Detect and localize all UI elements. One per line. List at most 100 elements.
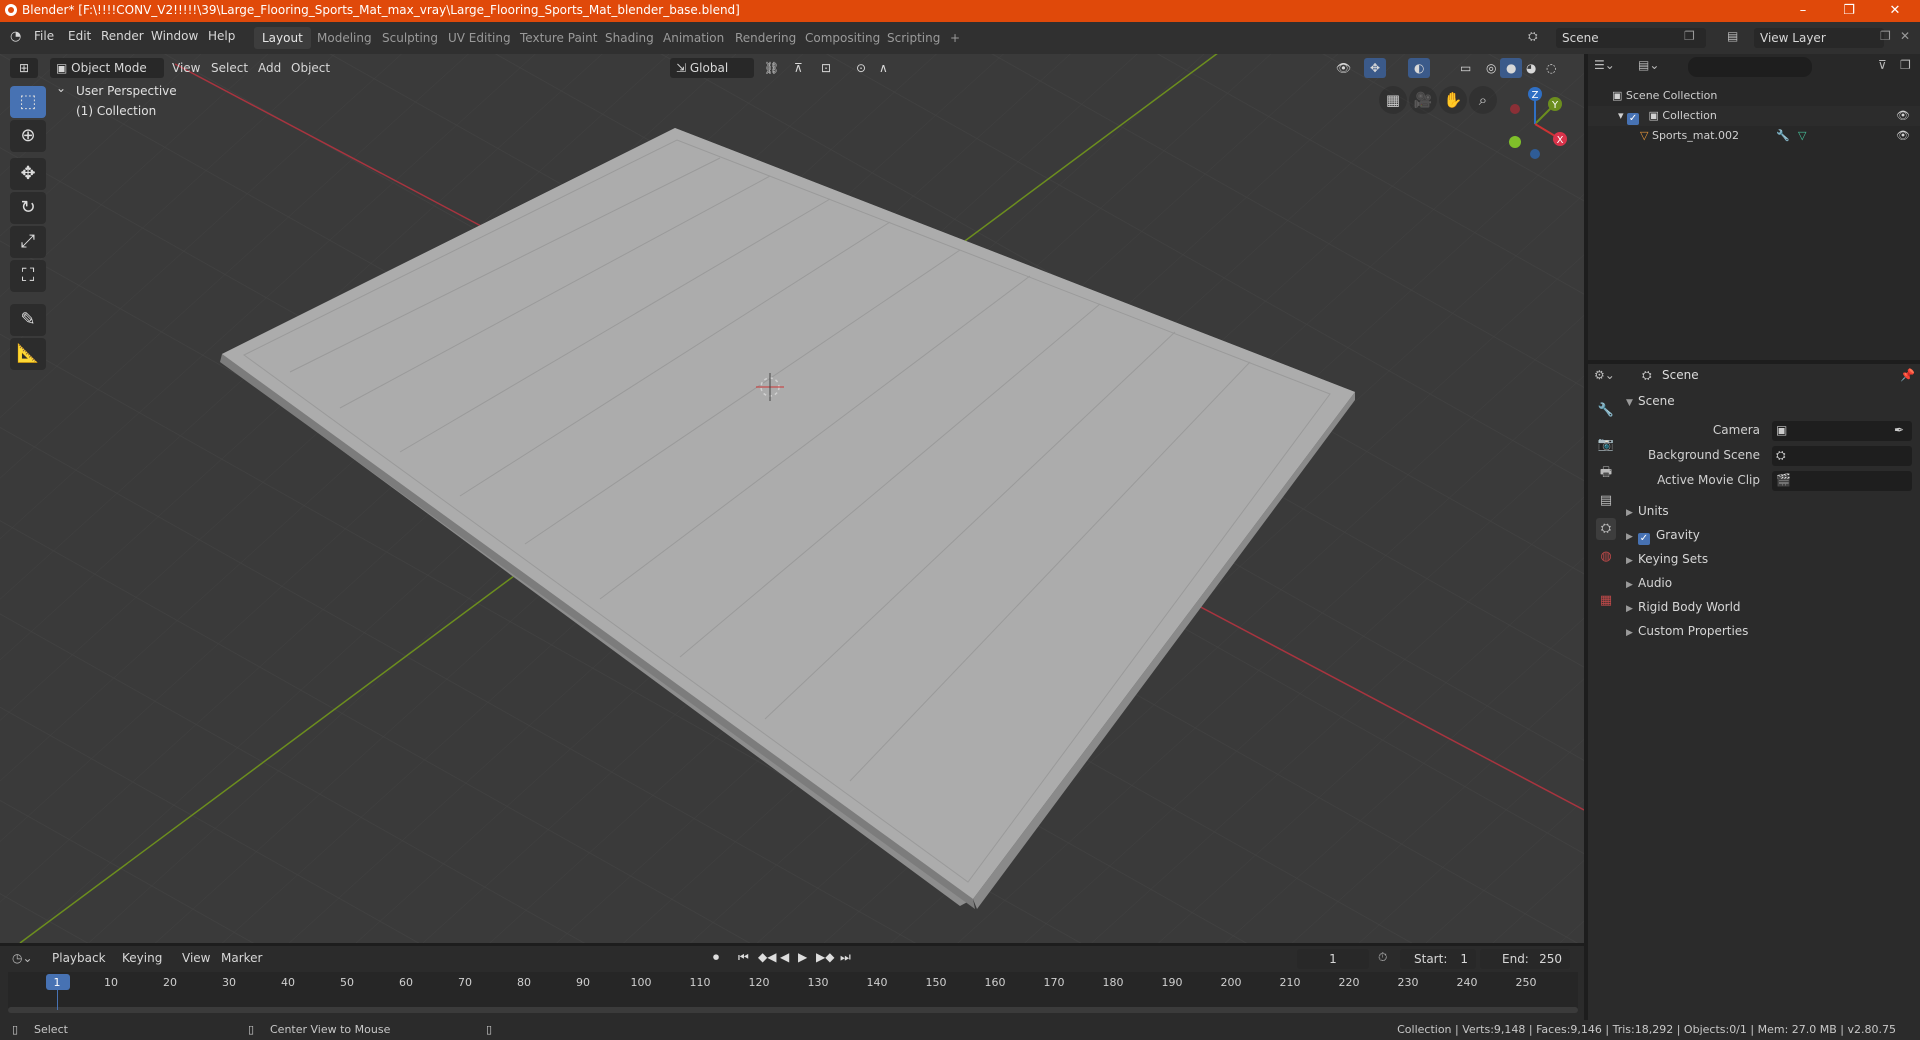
start-frame-field[interactable]: Start: 1 bbox=[1400, 949, 1476, 969]
gravity-panel-header[interactable]: ▶ ✓ Gravity bbox=[1626, 528, 1700, 545]
pivot-icon[interactable]: ⛓ bbox=[758, 58, 785, 78]
move-icon[interactable]: ✥ bbox=[10, 158, 46, 190]
object-row[interactable]: ▽ Sports_mat.002 🔧 ▽ 👁 bbox=[1588, 126, 1920, 146]
falloff-icon[interactable]: ∧ bbox=[873, 58, 894, 78]
menu-window[interactable]: Window bbox=[151, 29, 198, 43]
jump-start-icon[interactable]: ⏮ bbox=[738, 950, 749, 965]
maximize-button[interactable]: ❐ bbox=[1826, 0, 1872, 22]
editor-type-icon[interactable]: ⊞ bbox=[10, 58, 38, 78]
record-icon[interactable]: ⏺ bbox=[713, 950, 719, 965]
collection-row[interactable]: ▾ ✓ ▣ Collection 👁 bbox=[1588, 106, 1920, 126]
outliner-editor-icon[interactable]: ☰⌄ bbox=[1594, 58, 1615, 72]
tab-uv-editing[interactable]: UV Editing bbox=[440, 27, 519, 49]
world-tab-icon[interactable]: ◍ bbox=[1596, 546, 1616, 568]
collection-checkbox[interactable]: ✓ bbox=[1627, 113, 1640, 125]
pan-hand-icon[interactable]: ✋ bbox=[1439, 86, 1467, 114]
transform-icon[interactable]: ⛶ bbox=[10, 260, 46, 292]
properties-editor-icon[interactable]: ⚙⌄ bbox=[1594, 368, 1615, 382]
tab-modeling[interactable]: Modeling bbox=[309, 27, 380, 49]
visibility-icon[interactable]: 👁 bbox=[1330, 58, 1357, 78]
tab-animation[interactable]: Animation bbox=[655, 27, 732, 49]
expand-arrow-icon[interactable]: ▾ bbox=[1618, 109, 1627, 122]
menu-help[interactable]: Help bbox=[208, 29, 235, 43]
cursor-icon[interactable]: ⊕ bbox=[10, 120, 46, 152]
new-collection-icon[interactable]: ❐ bbox=[1900, 58, 1911, 72]
tab-layout[interactable]: Layout bbox=[254, 27, 311, 49]
stopwatch-icon[interactable]: ⏱ bbox=[1378, 950, 1387, 965]
menu-render[interactable]: Render bbox=[101, 29, 144, 43]
timeline-editor-icon[interactable]: ◷⌄ bbox=[12, 951, 33, 965]
texture-tab-icon[interactable]: ▦ bbox=[1596, 590, 1616, 612]
vp-menu-add[interactable]: Add bbox=[252, 58, 287, 78]
remove-view-layer-icon[interactable]: ✕ bbox=[1900, 29, 1910, 43]
display-mode-icon[interactable]: ▤⌄ bbox=[1638, 58, 1659, 72]
render-tab-icon[interactable]: 📷 bbox=[1596, 434, 1616, 456]
camera-field[interactable]: ▣ ✒ bbox=[1772, 421, 1912, 441]
tab-rendering[interactable]: Rendering bbox=[727, 27, 804, 49]
timeline-menu-keying[interactable]: Keying bbox=[122, 951, 162, 965]
gizmo-toggle-icon[interactable]: ✥ bbox=[1364, 58, 1387, 78]
tab-shading[interactable]: Shading bbox=[597, 27, 662, 49]
xray-icon[interactable]: ▭ bbox=[1454, 58, 1477, 78]
close-button[interactable]: ✕ bbox=[1872, 0, 1918, 22]
blender-menu-icon[interactable]: ◔ bbox=[10, 29, 21, 44]
output-tab-icon[interactable]: 🖶 bbox=[1596, 462, 1616, 484]
scene-section-header[interactable]: ▼ Scene bbox=[1626, 394, 1675, 408]
tab-compositing[interactable]: Compositing bbox=[797, 27, 888, 49]
annotate-icon[interactable]: ✎ bbox=[10, 304, 46, 336]
eye-icon[interactable]: 👁 bbox=[1896, 106, 1910, 126]
filter-icon[interactable]: ⊽ bbox=[1878, 58, 1887, 72]
units-panel-header[interactable]: ▶ Units bbox=[1626, 504, 1669, 518]
play-icon[interactable]: ▶ bbox=[798, 950, 807, 964]
tab-scripting[interactable]: Scripting bbox=[879, 27, 948, 49]
grid-view-icon[interactable]: ▦ bbox=[1379, 86, 1407, 114]
scene-tab-icon[interactable]: ⛭ bbox=[1596, 518, 1616, 540]
view-layer-tab-icon[interactable]: ▤ bbox=[1596, 490, 1616, 512]
custom-properties-panel-header[interactable]: ▶ Custom Properties bbox=[1626, 624, 1748, 638]
scene-collection-row[interactable]: ▣ Scene Collection bbox=[1588, 86, 1920, 106]
snap-icon[interactable]: ⊼ bbox=[788, 58, 809, 78]
menu-file[interactable]: File bbox=[34, 29, 54, 43]
add-workspace-button[interactable]: + bbox=[942, 27, 968, 49]
active-movie-clip-field[interactable]: 🎬 bbox=[1772, 471, 1912, 491]
pin-icon[interactable]: 📌 bbox=[1900, 368, 1915, 382]
outliner-search-input[interactable] bbox=[1688, 57, 1812, 77]
proportional-edit-icon[interactable]: ⊙ bbox=[850, 58, 872, 78]
audio-panel-header[interactable]: ▶ Audio bbox=[1626, 576, 1672, 590]
snap-target-icon[interactable]: ⊡ bbox=[815, 58, 837, 78]
timeline-menu-view[interactable]: View bbox=[182, 951, 210, 965]
eye-icon[interactable]: 👁 bbox=[1896, 126, 1910, 146]
new-scene-icon[interactable]: ❐ bbox=[1684, 29, 1695, 43]
orientation-dropdown[interactable]: ⇲ Global bbox=[670, 58, 754, 78]
select-box-icon[interactable]: ⬚ bbox=[10, 86, 46, 118]
object-mode-dropdown[interactable]: ▣ Object Mode ⌄ bbox=[50, 58, 164, 95]
keying-sets-panel-header[interactable]: ▶ Keying Sets bbox=[1626, 552, 1708, 566]
rotate-icon[interactable]: ↻ bbox=[10, 192, 46, 224]
zoom-icon[interactable]: ⌕ bbox=[1469, 86, 1497, 114]
camera-view-icon[interactable]: 🎥 bbox=[1409, 86, 1437, 114]
overlay-toggle-icon[interactable]: ◐ bbox=[1408, 58, 1431, 78]
timeline-scrollbar[interactable] bbox=[8, 1007, 1578, 1013]
tab-sculpting[interactable]: Sculpting bbox=[374, 27, 446, 49]
timeline-menu-marker[interactable]: Marker bbox=[221, 951, 262, 965]
menu-edit[interactable]: Edit bbox=[68, 29, 91, 43]
new-view-layer-icon[interactable]: ❐ bbox=[1880, 29, 1891, 43]
background-scene-field[interactable]: ⛭ bbox=[1772, 446, 1912, 466]
rendered-shading-icon[interactable]: ◌ bbox=[1540, 58, 1562, 78]
rigid-body-world-panel-header[interactable]: ▶ Rigid Body World bbox=[1626, 600, 1741, 614]
scale-icon[interactable]: ⤢ bbox=[10, 226, 46, 258]
minimize-button[interactable]: – bbox=[1780, 0, 1826, 22]
tab-texture-paint[interactable]: Texture Paint bbox=[512, 27, 605, 49]
play-reverse-icon[interactable]: ◀ bbox=[780, 950, 789, 964]
vp-menu-view[interactable]: View bbox=[166, 58, 206, 78]
eyedropper-icon[interactable]: ✒ bbox=[1894, 423, 1904, 437]
tool-tab-icon[interactable]: 🔧 bbox=[1596, 400, 1616, 422]
next-keyframe-icon[interactable]: ▶◆ bbox=[816, 950, 834, 964]
jump-end-icon[interactable]: ⏭ bbox=[840, 950, 851, 965]
3d-viewport[interactable]: Z Y X bbox=[0, 54, 1584, 943]
gravity-checkbox[interactable]: ✓ bbox=[1638, 533, 1650, 545]
modifier-icon[interactable]: 🔧 bbox=[1776, 126, 1790, 146]
view-layer-field[interactable]: View Layer bbox=[1754, 28, 1884, 48]
timeline-menu-playback[interactable]: Playback bbox=[52, 951, 106, 965]
prev-keyframe-icon[interactable]: ◆◀ bbox=[758, 950, 776, 964]
